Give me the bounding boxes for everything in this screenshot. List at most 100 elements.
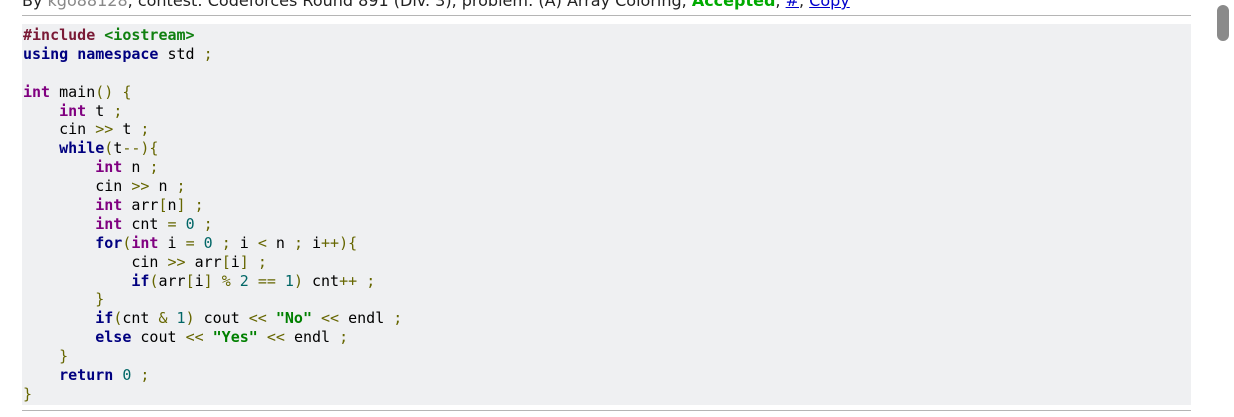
code-token: cnt: [122, 309, 150, 328]
code-token: 2: [239, 271, 249, 290]
code-token: t: [95, 101, 105, 120]
code-token: ;: [140, 366, 150, 385]
code-token: ;: [149, 158, 159, 177]
code-token: while: [59, 139, 105, 158]
page-scrollbar[interactable]: [1212, 0, 1234, 417]
code-token: #include: [23, 26, 105, 44]
permalink-link[interactable]: #: [786, 0, 799, 10]
code-token: cin: [131, 252, 159, 271]
code-token: =: [167, 214, 177, 233]
code-token: <<: [185, 328, 204, 347]
code-token: int: [95, 158, 123, 177]
code-token: ;: [293, 233, 303, 252]
header-prefix: By: [22, 0, 48, 10]
code-token: ;: [221, 233, 231, 252]
code-token: ;: [339, 328, 349, 347]
code-token: cin: [95, 177, 123, 196]
code-token: i: [230, 252, 240, 271]
code-token: >>: [167, 252, 186, 271]
code-token: cnt: [131, 214, 159, 233]
code-token: =: [185, 233, 195, 252]
source-code-block[interactable]: #include <iostream> using namespace std ;…: [22, 24, 1191, 405]
submission-header: By kgo88128, contest: Codeforces Round 8…: [22, 0, 850, 11]
code-line: using namespace std ;: [23, 45, 1191, 64]
scrollbar-thumb[interactable]: [1217, 5, 1229, 41]
code-line: }: [23, 385, 1191, 404]
code-token: for: [95, 233, 123, 252]
code-token: else: [95, 328, 132, 347]
code-line: int main() {: [23, 83, 1191, 102]
code-line: #include <iostream>: [23, 26, 1191, 45]
author-link[interactable]: kgo88128: [48, 0, 128, 10]
code-token: arr: [194, 252, 222, 271]
code-token: int: [131, 233, 159, 252]
code-line: if(arr[i] % 2 == 1) cnt++ ;: [23, 272, 1191, 291]
copy-link[interactable]: Copy: [809, 0, 850, 10]
code-token: i: [239, 233, 249, 252]
code-token: n: [167, 196, 177, 215]
header-sep-1: ,: [775, 0, 786, 10]
code-token: [: [221, 252, 231, 271]
code-token: <iostream>: [104, 26, 195, 44]
code-token: ;: [140, 120, 150, 139]
code-token: i: [194, 271, 204, 290]
code-token: [: [185, 271, 195, 290]
code-token: &: [158, 309, 168, 328]
header-sep-2: ,: [799, 0, 810, 10]
code-line: while(t--){: [23, 139, 1191, 158]
code-token: >>: [95, 120, 114, 139]
code-token: ]: [239, 252, 249, 271]
verdict-label: Accepted: [691, 0, 776, 10]
code-token: ;: [203, 214, 213, 233]
code-token: t: [113, 139, 123, 158]
code-token: i: [167, 233, 177, 252]
code-line: else cout << "Yes" << endl ;: [23, 328, 1191, 347]
code-token: int: [95, 214, 123, 233]
code-token: }: [59, 347, 69, 366]
code-token: arr: [131, 196, 159, 215]
code-token: }: [23, 384, 33, 403]
code-token: int: [59, 101, 87, 120]
code-token: int: [95, 196, 123, 215]
code-token: n: [275, 233, 285, 252]
code-token: ;: [203, 44, 213, 63]
code-token: if: [131, 271, 150, 290]
code-token: "Yes": [212, 328, 258, 347]
